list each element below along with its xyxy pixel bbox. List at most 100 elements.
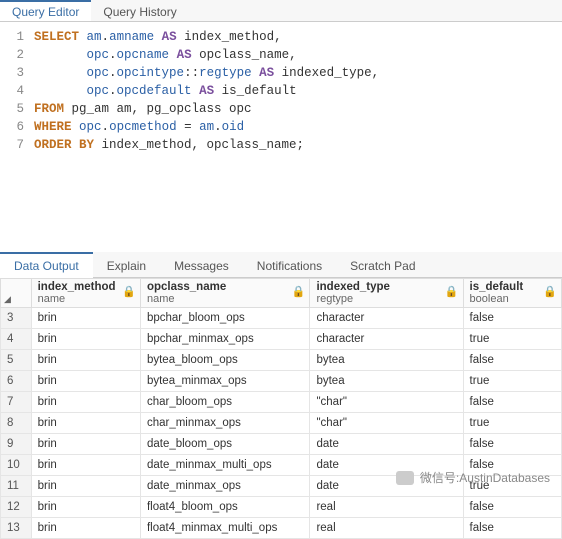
cell[interactable]: true [463,476,561,497]
cell[interactable]: float4_minmax_multi_ops [140,518,310,539]
cell[interactable]: brin [31,392,140,413]
cell[interactable]: false [463,455,561,476]
cell[interactable]: "char" [310,413,463,434]
cell[interactable]: brin [31,455,140,476]
code-text[interactable]: WHERE opc.opcmethod = am.oid [34,118,244,136]
cell[interactable]: date [310,455,463,476]
cell[interactable]: date [310,476,463,497]
row-number[interactable]: 7 [1,392,32,413]
column-type: boolean [470,293,555,305]
column-type: regtype [316,293,456,305]
cell[interactable]: bpchar_bloom_ops [140,308,310,329]
cell[interactable]: date [310,434,463,455]
column-title: index_method [38,281,134,293]
output-tabs: Data Output Explain Messages Notificatio… [0,252,562,278]
table-row[interactable]: 9brindate_bloom_opsdatefalse [1,434,562,455]
cell[interactable]: false [463,518,561,539]
tab-explain[interactable]: Explain [93,252,160,278]
line-number: 2 [0,46,34,64]
code-line[interactable]: 7ORDER BY index_method, opclass_name; [0,136,562,154]
cell[interactable]: brin [31,434,140,455]
cell[interactable]: date_minmax_multi_ops [140,455,310,476]
table-row[interactable]: 3brinbpchar_bloom_opscharacterfalse [1,308,562,329]
tab-messages[interactable]: Messages [160,252,243,278]
cell[interactable]: bytea_bloom_ops [140,350,310,371]
tab-scratch-pad[interactable]: Scratch Pad [336,252,429,278]
tab-query-editor[interactable]: Query Editor [0,0,91,21]
table-row[interactable]: 5brinbytea_bloom_opsbyteafalse [1,350,562,371]
row-number[interactable]: 9 [1,434,32,455]
cell[interactable]: false [463,434,561,455]
cell[interactable]: brin [31,413,140,434]
code-line[interactable]: 3 opc.opcintype::regtype AS indexed_type… [0,64,562,82]
cell[interactable]: false [463,350,561,371]
table-row[interactable]: 13brinfloat4_minmax_multi_opsrealfalse [1,518,562,539]
code-text[interactable]: opc.opcname AS opclass_name, [34,46,297,64]
cell[interactable]: date_bloom_ops [140,434,310,455]
cell[interactable]: bpchar_minmax_ops [140,329,310,350]
cell[interactable]: true [463,413,561,434]
column-type: name [38,293,134,305]
tab-notifications[interactable]: Notifications [243,252,336,278]
code-text[interactable]: SELECT am.amname AS index_method, [34,28,282,46]
cell[interactable]: false [463,392,561,413]
column-title: opclass_name [147,281,304,293]
cell[interactable]: false [463,308,561,329]
column-type: name [147,293,304,305]
tab-data-output[interactable]: Data Output [0,252,93,278]
table-row[interactable]: 11brindate_minmax_opsdatetrue [1,476,562,497]
cell[interactable]: character [310,308,463,329]
row-number[interactable]: 10 [1,455,32,476]
column-title: is_default [470,281,555,293]
code-line[interactable]: 4 opc.opcdefault AS is_default [0,82,562,100]
code-line[interactable]: 2 opc.opcname AS opclass_name, [0,46,562,64]
row-number[interactable]: 6 [1,371,32,392]
column-header-opclass_name[interactable]: opclass_namename🔒 [140,279,310,308]
row-number[interactable]: 3 [1,308,32,329]
row-number[interactable]: 5 [1,350,32,371]
row-number-header[interactable]: ◢ [1,279,32,308]
column-header-is_default[interactable]: is_defaultboolean🔒 [463,279,561,308]
table-row[interactable]: 10brindate_minmax_multi_opsdatefalse [1,455,562,476]
cell[interactable]: bytea [310,371,463,392]
code-line[interactable]: 6WHERE opc.opcmethod = am.oid [0,118,562,136]
row-number[interactable]: 13 [1,518,32,539]
cell[interactable]: brin [31,308,140,329]
cell[interactable]: char_minmax_ops [140,413,310,434]
sql-editor[interactable]: 1SELECT am.amname AS index_method,2 opc.… [0,22,562,252]
cell[interactable]: bytea_minmax_ops [140,371,310,392]
tab-query-history[interactable]: Query History [91,0,188,21]
line-number: 3 [0,64,34,82]
code-line[interactable]: 1SELECT am.amname AS index_method, [0,28,562,46]
lock-icon: 🔒 [292,285,306,298]
cell[interactable]: brin [31,518,140,539]
cell[interactable]: date_minmax_ops [140,476,310,497]
row-number[interactable]: 4 [1,329,32,350]
cell[interactable]: character [310,329,463,350]
code-line[interactable]: 5FROM pg_am am, pg_opclass opc [0,100,562,118]
code-text[interactable]: ORDER BY index_method, opclass_name; [34,136,304,154]
table-row[interactable]: 4brinbpchar_minmax_opscharactertrue [1,329,562,350]
cell[interactable]: true [463,371,561,392]
column-header-index_method[interactable]: index_methodname🔒 [31,279,140,308]
row-number[interactable]: 11 [1,476,32,497]
code-text[interactable]: opc.opcintype::regtype AS indexed_type, [34,64,379,82]
cell[interactable]: brin [31,371,140,392]
code-text[interactable]: FROM pg_am am, pg_opclass opc [34,100,252,118]
code-text[interactable]: opc.opcdefault AS is_default [34,82,297,100]
table-row[interactable]: 7brinchar_bloom_ops"char"false [1,392,562,413]
cell[interactable]: bytea [310,350,463,371]
table-row[interactable]: 8brinchar_minmax_ops"char"true [1,413,562,434]
column-header-indexed_type[interactable]: indexed_typeregtype🔒 [310,279,463,308]
editor-tabs: Query Editor Query History [0,0,562,22]
cell[interactable]: "char" [310,392,463,413]
cell[interactable]: char_bloom_ops [140,392,310,413]
cell[interactable]: brin [31,476,140,497]
row-number[interactable]: 8 [1,413,32,434]
cell[interactable]: true [463,329,561,350]
cell[interactable]: brin [31,350,140,371]
cell[interactable]: real [310,518,463,539]
table-row[interactable]: 6brinbytea_minmax_opsbyteatrue [1,371,562,392]
cell[interactable]: brin [31,329,140,350]
line-number: 6 [0,118,34,136]
